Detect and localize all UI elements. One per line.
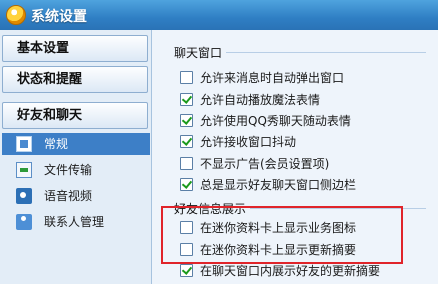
file-transfer-icon <box>16 162 32 178</box>
checkbox[interactable] <box>180 178 193 191</box>
sidebar-item-label: 语音视频 <box>44 189 93 203</box>
checkbox[interactable] <box>180 71 193 84</box>
audio-video-icon <box>16 188 32 204</box>
sidebar-item-label: 文件传输 <box>44 163 93 177</box>
option-show-sidebar[interactable]: 总是显示好友聊天窗口侧边栏 <box>180 176 357 194</box>
checkbox[interactable] <box>180 93 193 106</box>
sidebar-item-general[interactable]: 常规 <box>2 133 150 155</box>
option-label: 不显示广告(会员设置项) <box>200 157 330 171</box>
option-hide-ads[interactable]: 不显示广告(会员设置项) <box>180 155 330 173</box>
sidebar-item-file-transfer[interactable]: 文件传输 <box>2 159 150 181</box>
option-label: 允许接收窗口抖动 <box>200 135 297 149</box>
sidebar-item-audio-video[interactable]: 语音视频 <box>2 185 150 207</box>
option-magic-emoticons[interactable]: 允许自动播放魔法表情 <box>180 91 321 109</box>
option-chat-update-summary[interactable]: 在聊天窗口内展示好友的更新摘要 <box>180 262 381 280</box>
sidebar-group-status-reminders[interactable]: 状态和提醒 <box>2 66 148 93</box>
sidebar-group-friends-chat[interactable]: 好友和聊天 <box>2 102 148 129</box>
option-qqshow-emoticons[interactable]: 允许使用QQ秀聊天随动表情 <box>180 112 351 130</box>
checkbox[interactable] <box>180 135 193 148</box>
option-auto-popup[interactable]: 允许来消息时自动弹出窗口 <box>180 69 345 87</box>
sidebar-item-label: 联系人管理 <box>44 215 105 229</box>
window-title: 系统设置 <box>31 9 87 25</box>
title-bar: 系统设置 <box>0 0 438 30</box>
sidebar: 基本设置 状态和提醒 好友和聊天 常规 文件传输 语音视频 联系人管理 <box>0 30 152 284</box>
section-divider <box>226 52 426 53</box>
option-label: 允许自动播放魔法表情 <box>200 93 321 107</box>
sidebar-item-contacts[interactable]: 联系人管理 <box>2 211 150 233</box>
qq-penguin-icon <box>6 5 26 25</box>
sidebar-item-label: 常规 <box>44 137 69 151</box>
option-label: 允许来消息时自动弹出窗口 <box>200 71 345 85</box>
option-label: 总是显示好友聊天窗口侧边栏 <box>200 178 357 192</box>
checkbox[interactable] <box>180 157 193 170</box>
checkbox[interactable] <box>180 114 193 127</box>
contacts-icon <box>16 214 32 230</box>
option-label: 在聊天窗口内展示好友的更新摘要 <box>200 264 381 278</box>
general-icon <box>16 136 32 152</box>
option-window-shake[interactable]: 允许接收窗口抖动 <box>180 133 297 151</box>
highlight-annotation-box <box>161 206 403 264</box>
checkbox[interactable] <box>180 264 193 277</box>
option-label: 允许使用QQ秀聊天随动表情 <box>200 114 351 128</box>
sidebar-group-basic-settings[interactable]: 基本设置 <box>2 35 148 62</box>
chat-window-section-title: 聊天窗口 <box>174 46 223 60</box>
